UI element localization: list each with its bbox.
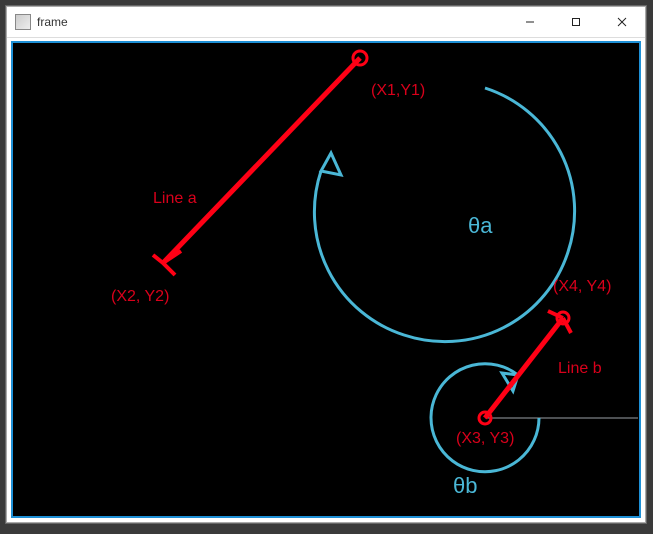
maximize-button[interactable]	[553, 7, 599, 37]
label-x1y1: (X1,Y1)	[371, 82, 425, 99]
label-theta-b: θb	[453, 473, 477, 498]
arc-theta-a	[314, 88, 574, 342]
label-x2y2: (X2, Y2)	[111, 288, 169, 305]
point-x2y2	[153, 251, 181, 275]
app-icon	[15, 14, 31, 30]
app-window: frame	[6, 6, 646, 523]
maximize-icon	[571, 17, 581, 27]
label-x3y3: (X3, Y3)	[456, 430, 514, 447]
label-x4y4: (X4, Y4)	[553, 278, 611, 295]
minimize-button[interactable]	[507, 7, 553, 37]
minimize-icon	[525, 17, 535, 27]
label-line-a: Line a	[153, 190, 197, 207]
canvas-area: (X1,Y1) (X2, Y2) Line a (X4, Y4) (X3, Y3…	[11, 41, 641, 518]
close-icon	[617, 17, 627, 27]
window-controls	[507, 7, 645, 37]
window-title: frame	[37, 15, 68, 29]
diagram-svg: (X1,Y1) (X2, Y2) Line a (X4, Y4) (X3, Y3…	[13, 43, 639, 516]
label-theta-a: θa	[468, 213, 493, 238]
line-a	[163, 58, 360, 263]
close-button[interactable]	[599, 7, 645, 37]
label-line-b: Line b	[558, 360, 602, 377]
arrowhead-theta-a	[321, 153, 341, 175]
title-left: frame	[7, 14, 68, 30]
line-b	[485, 318, 563, 418]
titlebar: frame	[7, 7, 645, 38]
